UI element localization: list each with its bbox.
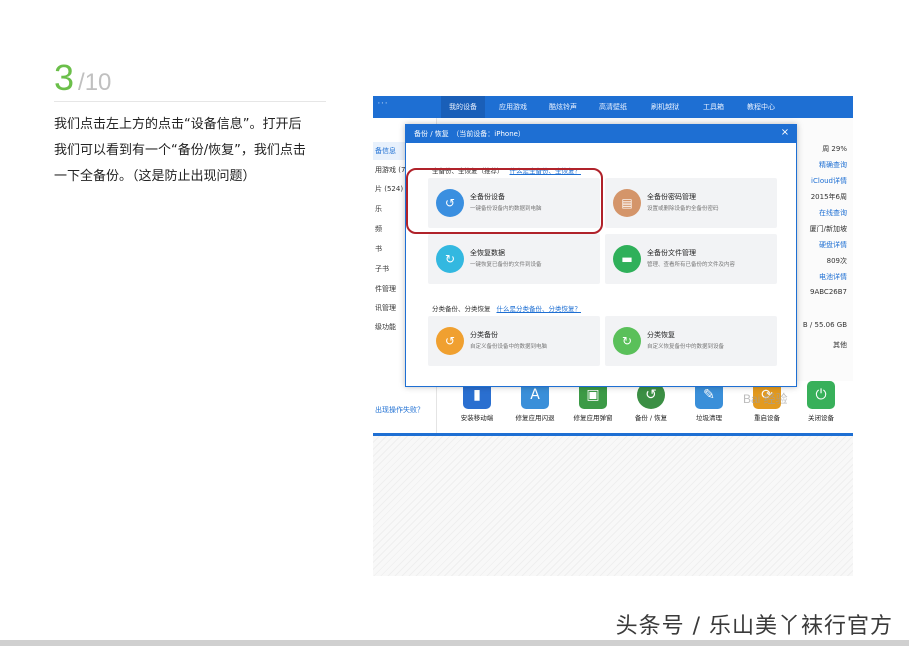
card-backup-files[interactable]: ▬ 全备份文件管理 管理、查看所有已备份的文件及内容 [605,234,777,284]
nav-wallpapers[interactable]: 高清壁纸 [591,96,635,118]
password-lock-icon: ▤ [613,189,641,217]
device-id: 9ABC26B7 [810,288,847,296]
tool-label: 关闭设备 [808,414,834,422]
close-icon[interactable]: × [778,126,792,140]
help-link[interactable]: 什么是分类备份、分类恢复？ [497,305,582,313]
category-backup-icon: ↺ [436,327,464,355]
instruction-line: 我们点击左上方的点击“设备信息”。打开后 [54,117,302,132]
storage-capacity: B / 55.06 GB [802,321,847,329]
card-full-restore[interactable]: ↻ 全恢复数据 一键恢复已备份的文件到设备 [428,234,600,284]
dialog-title: 备份 / 恢复 （当前设备：iPhone） [406,125,796,143]
device-info-panel: 周 29% 精确查询 iCloud详情 2015年6周 在线查询 厦门/新加坡 … [793,118,853,418]
bottom-strip [0,640,909,646]
baidu-watermark: Bai 经验 [743,392,788,406]
card-title: 分类备份 [470,331,498,339]
section-category-backup: 分类备份、分类恢复 什么是分类备份、分类恢复？ [432,303,581,313]
nav-apps-games[interactable]: 应用游戏 [491,96,535,118]
manufacture-date: 2015年6周 [810,193,847,201]
step-total: /10 [78,69,112,96]
icloud-details-link[interactable]: iCloud详情 [811,176,847,186]
full-restore-icon: ↻ [436,245,464,273]
tool-power-off[interactable]: ⏻ 关闭设备 [793,381,849,422]
tool-label: 修复应用弹窗 [573,414,613,422]
backup-restore-dialog: 备份 / 恢复 （当前设备：iPhone） × 全备份、全恢复（推荐） 什么是全备… [405,124,797,387]
tool-app-crash-repair[interactable]: A 修复应用闪退 [507,381,563,422]
charge-count: 809次 [826,257,847,265]
battery-details-link[interactable]: 电池详情 [819,272,847,282]
category-restore-icon: ↻ [613,327,641,355]
battery-percent: 周 29% [822,145,847,153]
card-desc: 设置或删除设备的全备份密码 [647,206,719,212]
tool-label: 安装移动端 [460,414,494,422]
card-title: 分类恢复 [647,331,675,339]
nav-ringtones[interactable]: 酷炫铃声 [541,96,585,118]
card-desc: 自定义备份设备中的数据到电脑 [470,344,548,350]
card-title: 全备份密码管理 [647,193,696,201]
empty-area [373,436,853,576]
instruction-text: 我们点击左上方的点击“设备信息”。打开后 我们可以看到有一个“备份/恢复”，我们… [54,112,326,190]
source-credit: 头条号 / 乐山美丫袜行官方 [615,614,893,639]
step-indicator: 3/10 [54,57,112,98]
nav-toolbox[interactable]: 工具箱 [695,96,732,118]
card-desc: 自定义恢复备份中的数据到设备 [647,344,725,350]
tool-cleanup[interactable]: ✎ 垃圾清理 [681,381,737,422]
card-title: 全备份文件管理 [647,249,696,257]
nav-tutorials[interactable]: 教程中心 [739,96,783,118]
tool-label: 备份 / 恢复 [634,414,668,422]
footer-bar [373,433,853,436]
card-desc: 管理、查看所有已备份的文件及内容 [647,262,736,268]
card-category-backup[interactable]: ↺ 分类备份 自定义备份设备中的数据到电脑 [428,316,600,366]
tool-popup-repair[interactable]: ▣ 修复应用弹窗 [565,381,621,422]
card-title: 全恢复数据 [470,249,505,257]
nav-flash-jailbreak[interactable]: 刷机越狱 [643,96,687,118]
operation-failed-link[interactable]: 出现操作失败？ [373,405,437,415]
page: 3/10 我们点击左上方的点击“设备信息”。打开后 我们可以看到有一个“备份/恢… [0,0,909,646]
power-icon: ⏻ [807,381,835,409]
top-nav-bar: ··· 我的设备 应用游戏 酷炫铃声 高清壁纸 刷机越狱 工具箱 教程中心 [373,96,853,118]
disk-details-link[interactable]: 硬盘详情 [819,240,847,250]
highlight-annotation [406,168,603,234]
divider [54,101,326,102]
instruction-line: 一下全备份。（这是防止出现问题） [54,169,256,184]
tool-install-mobile[interactable]: ▮ 安装移动端 [449,381,505,422]
instruction-line: 我们可以看到有一个“备份/恢复”，我们点击 [54,143,306,158]
toolbox-row: ▮ 安装移动端 A 修复应用闪退 ▣ 修复应用弹窗 ↺ 备份 / 恢复 ✎ 垃圾… [437,381,853,433]
app-screenshot: ··· 我的设备 应用游戏 酷炫铃声 高清壁纸 刷机越狱 工具箱 教程中心 备信… [373,96,853,576]
tool-backup-restore[interactable]: ↺ 备份 / 恢复 [623,381,679,422]
card-category-restore[interactable]: ↻ 分类恢复 自定义恢复备份中的数据到设备 [605,316,777,366]
card-backup-password[interactable]: ▤ 全备份密码管理 设置或删除设备的全备份密码 [605,178,777,228]
tool-label: 修复应用闪退 [515,414,555,422]
nav-my-device[interactable]: 我的设备 [441,96,485,118]
folder-icon: ▬ [613,245,641,273]
online-query-link[interactable]: 在线查询 [819,208,847,218]
step-number: 3 [54,57,75,98]
precise-query-link[interactable]: 精确查询 [819,160,847,170]
storage-legend-other: 其他 [833,341,847,349]
app-logo: ··· [377,97,388,109]
sales-region: 厦门/新加坡 [809,225,847,233]
card-desc: 一键恢复已备份的文件到设备 [470,262,542,268]
tool-label: 垃圾清理 [696,414,722,422]
tool-label: 重启设备 [754,414,780,422]
section-label: 分类备份、分类恢复 [432,305,491,313]
